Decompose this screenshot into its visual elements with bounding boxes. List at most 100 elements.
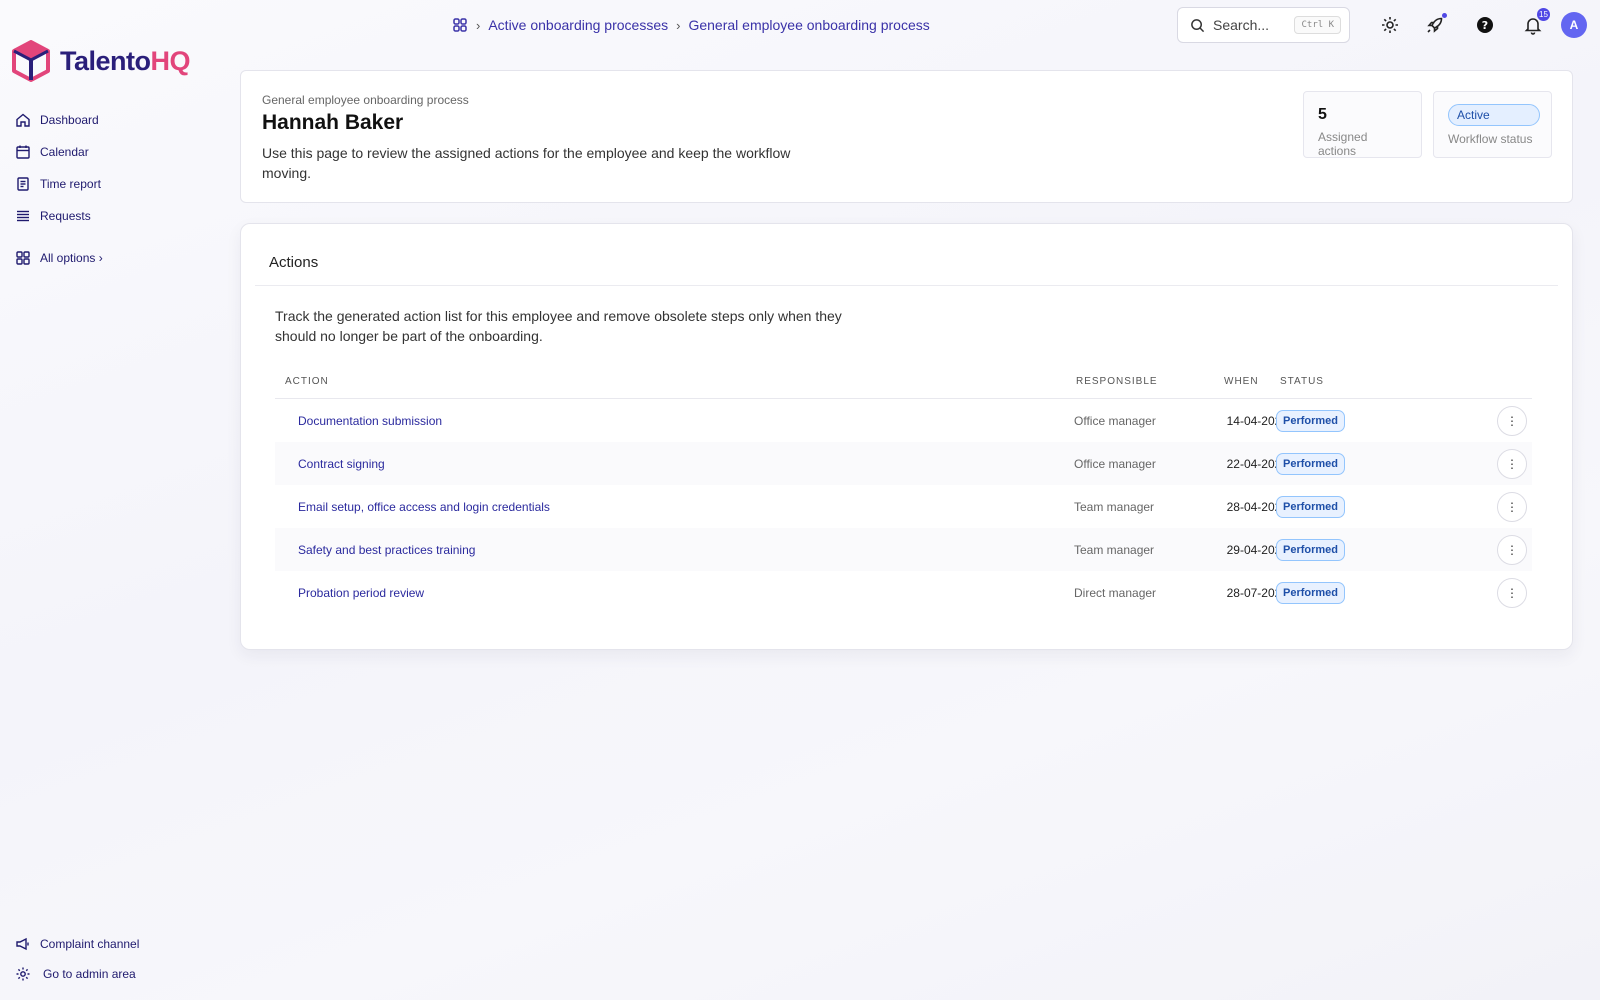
sidebar-item-label: Time report: [40, 177, 101, 191]
column-header-status[interactable]: STATUS: [1280, 376, 1324, 387]
sidebar-item-all-options[interactable]: All options ›: [15, 248, 103, 268]
search-icon: [1191, 18, 1205, 32]
action-responsible: Direct manager: [1074, 585, 1157, 600]
sidebar-bottom-nav: Complaint channel Go to admin area: [15, 934, 139, 994]
action-link[interactable]: Safety and best practices training: [298, 528, 475, 571]
status-badge: Performed: [1276, 538, 1346, 561]
search-shortcut: Ctrl K: [1294, 16, 1341, 34]
column-header-when[interactable]: WHEN: [1224, 376, 1259, 387]
status-badge: Performed: [1276, 581, 1346, 604]
action-responsible: Team manager: [1074, 499, 1155, 514]
sidebar-nav: Dashboard Calendar Time report Requests …: [15, 110, 103, 280]
report-icon: [17, 177, 29, 191]
search-placeholder: Search...: [1213, 17, 1270, 33]
row-menu-button[interactable]: ⋮: [1497, 492, 1527, 522]
action-link[interactable]: Email setup, office access and login cre…: [298, 485, 550, 528]
search-input[interactable]: Search... Ctrl K: [1177, 7, 1350, 43]
sidebar-item-requests[interactable]: Requests: [15, 206, 103, 226]
kebab-icon: ⋮: [1506, 586, 1518, 600]
assigned-actions-label: Assigned actions: [1318, 130, 1368, 158]
sidebar-item-calendar[interactable]: Calendar: [15, 142, 103, 162]
chevron-right-icon: ›: [476, 17, 481, 33]
logo-text: TalentoHQ: [60, 45, 190, 76]
sidebar-item-label: All options ›: [40, 251, 103, 265]
workflow-status-stat: Active Workflow status: [1433, 91, 1552, 158]
gear-icon: [16, 967, 30, 981]
sidebar-item-time-report[interactable]: Time report: [15, 174, 103, 194]
status-cell: Performed: [1276, 399, 1346, 442]
breadcrumb-link-current[interactable]: General employee onboarding process: [688, 17, 929, 33]
column-header-action[interactable]: ACTION: [285, 376, 329, 387]
logo[interactable]: TalentoHQ: [12, 40, 190, 82]
section-title: Actions: [269, 254, 319, 271]
kebab-icon: ⋮: [1506, 543, 1518, 557]
status-badge: Performed: [1276, 409, 1346, 432]
breadcrumb: › Active onboarding processes › General …: [452, 15, 930, 35]
help-button[interactable]: ?: [1473, 13, 1497, 37]
status-badge: Performed: [1276, 452, 1346, 475]
status-cell: Performed: [1276, 571, 1346, 614]
megaphone-icon: [16, 937, 29, 951]
sidebar: TalentoHQ Dashboard Calendar Time report…: [0, 0, 230, 1000]
workflow-status-badge: Active: [1448, 104, 1540, 126]
kebab-icon: ⋮: [1506, 457, 1518, 471]
notifications-button[interactable]: 15: [1521, 8, 1550, 37]
logo-cube-icon: [12, 40, 50, 82]
apps-icon[interactable]: [452, 17, 468, 33]
grid-icon: [16, 251, 30, 265]
table-row: Email setup, office access and login cre…: [275, 485, 1532, 528]
table-row: Probation period review 28-07-2025 Direc…: [275, 571, 1532, 614]
table-row: Documentation submission 14-04-2025 Offi…: [275, 399, 1532, 442]
action-link[interactable]: Documentation submission: [298, 399, 442, 442]
assigned-actions-stat: 5 Assigned actions: [1303, 91, 1422, 158]
action-link[interactable]: Contract signing: [298, 442, 385, 485]
row-menu-button[interactable]: ⋮: [1497, 406, 1527, 436]
table-row: Safety and best practices training 29-04…: [275, 528, 1532, 571]
avatar[interactable]: A: [1561, 12, 1587, 38]
status-cell: Performed: [1276, 528, 1346, 571]
workflow-status-label: Workflow status: [1448, 132, 1533, 146]
page-description: Use this page to review the assigned act…: [262, 145, 791, 181]
list-icon: [17, 210, 29, 222]
process-subtitle: General employee onboarding process: [262, 93, 469, 107]
settings-button[interactable]: [1378, 13, 1402, 37]
chevron-right-icon: ›: [676, 17, 681, 33]
action-responsible: Office manager: [1074, 413, 1156, 428]
page-title: Hannah Baker: [262, 111, 404, 134]
home-icon: [16, 113, 30, 127]
sidebar-item-dashboard[interactable]: Dashboard: [15, 110, 103, 130]
employee-header-card: General employee onboarding process Hann…: [240, 70, 1573, 203]
gear-icon: [1382, 17, 1398, 33]
status-cell: Performed: [1276, 485, 1346, 528]
status-badge: Performed: [1276, 495, 1346, 518]
section-description: Track the generated action list for this…: [275, 308, 842, 344]
sidebar-item-label: Go to admin area: [43, 967, 136, 981]
rocket-icon: [1427, 17, 1443, 33]
action-responsible: Office manager: [1074, 456, 1156, 471]
notification-count-badge: 15: [1537, 8, 1550, 21]
action-responsible: Team manager: [1074, 542, 1155, 557]
whats-new-button[interactable]: [1423, 13, 1447, 37]
assigned-actions-count: 5: [1318, 106, 1327, 123]
kebab-icon: ⋮: [1506, 414, 1518, 428]
new-indicator-dot: [1442, 13, 1447, 18]
kebab-icon: ⋮: [1506, 500, 1518, 514]
calendar-icon: [16, 145, 30, 159]
action-link[interactable]: Probation period review: [298, 571, 424, 614]
sidebar-item-label: Dashboard: [40, 113, 99, 127]
actions-card: Actions Track the generated action list …: [240, 223, 1573, 650]
sidebar-item-complaint-channel[interactable]: Complaint channel: [15, 934, 139, 954]
sidebar-item-label: Complaint channel: [40, 937, 140, 951]
column-header-responsible[interactable]: RESPONSIBLE: [1076, 376, 1158, 387]
svg-text:?: ?: [1482, 19, 1488, 32]
sidebar-item-admin-area[interactable]: Go to admin area: [15, 964, 139, 984]
row-menu-button[interactable]: ⋮: [1497, 578, 1527, 608]
sidebar-item-label: Calendar: [40, 145, 89, 159]
sidebar-item-label: Requests: [40, 209, 91, 223]
help-icon: ?: [1477, 17, 1493, 33]
row-menu-button[interactable]: ⋮: [1497, 535, 1527, 565]
table-row: Contract signing 22-04-2025 Office manag…: [275, 442, 1532, 485]
breadcrumb-link-active-onboarding[interactable]: Active onboarding processes: [488, 17, 668, 33]
divider: [255, 285, 1558, 286]
row-menu-button[interactable]: ⋮: [1497, 449, 1527, 479]
